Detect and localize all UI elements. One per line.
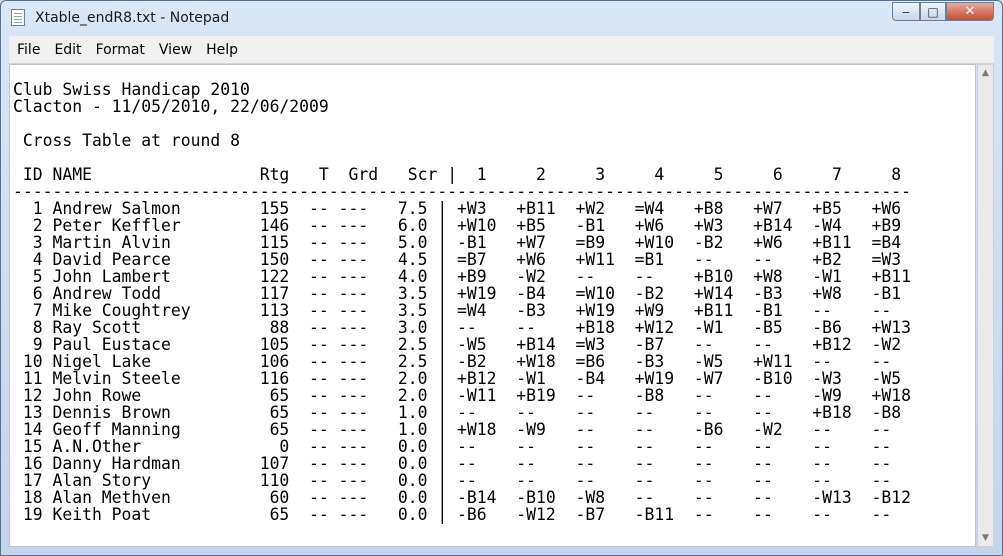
notepad-window: Xtable_endR8.txt - Notepad ‒ □ ✕ File Ed… <box>0 0 1003 556</box>
menu-view[interactable]: View <box>151 42 198 58</box>
menu-edit[interactable]: Edit <box>46 42 87 58</box>
menu-bar: File Edit Format View Help <box>9 36 994 64</box>
menu-format[interactable]: Format <box>88 42 151 58</box>
scroll-down-arrow-icon[interactable]: ▼ <box>978 530 993 546</box>
menu-file[interactable]: File <box>9 42 46 58</box>
notepad-app-icon <box>11 9 25 26</box>
vertical-scrollbar[interactable]: ▲ ▼ <box>977 64 994 547</box>
document-line: 19 Keith Poat 65 -- --- 0.0 | -B6 -W12 -… <box>13 505 892 524</box>
close-icon: ✕ <box>964 4 976 19</box>
window-title: Xtable_endR8.txt - Notepad <box>35 10 230 26</box>
title-bar[interactable]: Xtable_endR8.txt - Notepad ‒ □ ✕ <box>1 1 1002 35</box>
menu-help[interactable]: Help <box>198 42 244 58</box>
document-line: Cross Table at round 8 <box>13 131 240 150</box>
document-line: Clacton - 11/05/2010, 22/06/2009 <box>13 97 329 116</box>
maximize-button[interactable]: □ <box>920 2 946 21</box>
text-editor[interactable]: Club Swiss Handicap 2010 Clacton - 11/05… <box>9 64 976 547</box>
scroll-up-arrow-icon[interactable]: ▲ <box>978 65 993 81</box>
close-button[interactable]: ✕ <box>946 2 994 21</box>
minimize-icon: ‒ <box>902 4 910 19</box>
document-text[interactable]: Club Swiss Handicap 2010 Clacton - 11/05… <box>10 65 975 523</box>
minimize-button[interactable]: ‒ <box>892 2 920 21</box>
window-controls: ‒ □ ✕ <box>892 2 994 22</box>
maximize-icon: □ <box>927 4 939 19</box>
